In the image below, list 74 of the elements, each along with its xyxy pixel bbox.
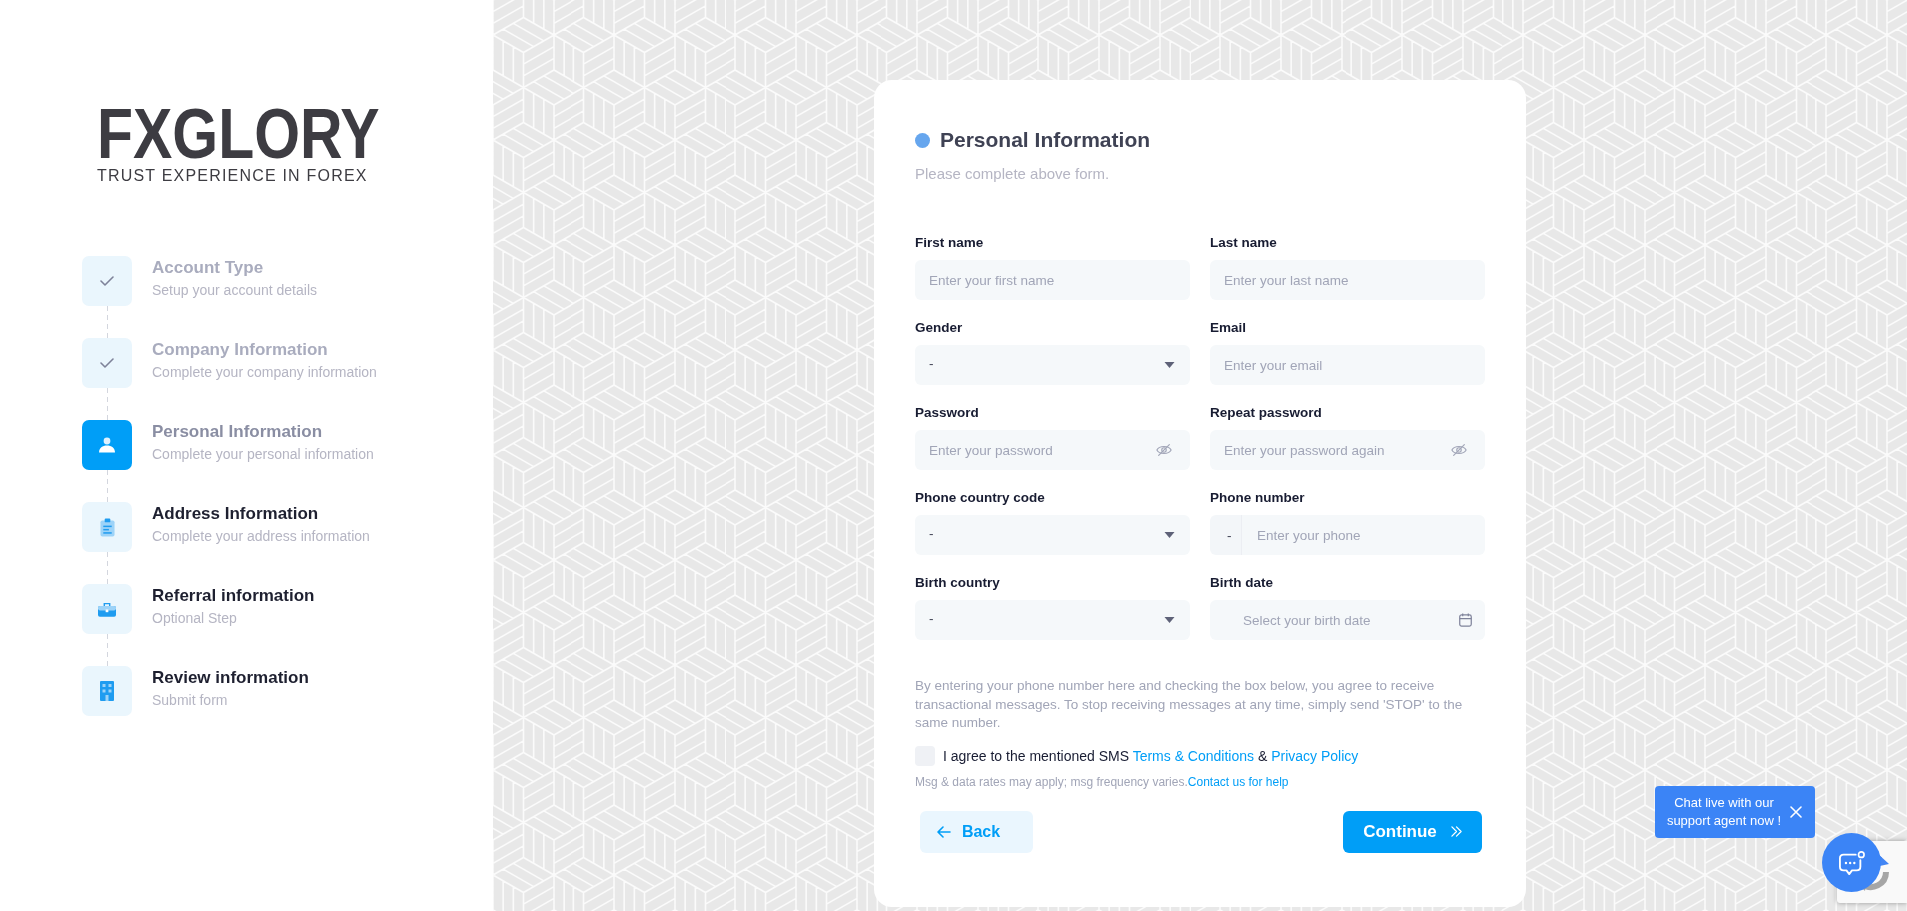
step-subtitle: Complete your company information xyxy=(152,363,377,381)
terms-link[interactable]: Terms & Conditions xyxy=(1132,747,1255,764)
step-icon-tile[interactable] xyxy=(82,338,132,388)
step-subtitle: Complete your address information xyxy=(152,527,370,545)
logo-tagline: TRUST EXPERIENCE IN FOREX xyxy=(97,168,368,184)
step-title: Review information xyxy=(152,668,309,688)
chat-bubble-icon xyxy=(1837,849,1866,876)
check-icon xyxy=(100,276,114,286)
phone-input[interactable]: Enter your phone xyxy=(1242,515,1485,555)
field-label: Email xyxy=(1210,319,1247,337)
email-input[interactable]: Enter your email xyxy=(1210,345,1485,385)
back-button[interactable]: Back xyxy=(920,810,1033,853)
field-label: Repeat password xyxy=(1210,404,1322,422)
form-title: Personal Information xyxy=(940,127,1151,153)
step-connector-line xyxy=(107,552,108,584)
text-input[interactable]: Enter your last name xyxy=(1210,260,1485,300)
caret-down-icon xyxy=(1164,617,1175,623)
step-subtitle: Setup your account details xyxy=(152,281,317,299)
step-title: Company Information xyxy=(152,340,329,360)
caret-down-icon xyxy=(1164,362,1175,368)
person-icon xyxy=(98,437,116,453)
step-connector-line xyxy=(107,388,108,420)
step-connector-line xyxy=(107,634,108,666)
date-input[interactable]: Select your birth date xyxy=(1210,600,1485,640)
arrow-left-icon xyxy=(936,825,951,838)
step-title: Referral information xyxy=(152,586,315,606)
field-label: Gender xyxy=(915,319,963,337)
field-label: Phone number xyxy=(1210,489,1305,507)
step-subtitle: Optional Step xyxy=(152,609,238,627)
clipboard-icon xyxy=(99,517,115,537)
password-input[interactable]: Enter your password again xyxy=(1210,430,1485,470)
step-connector-line xyxy=(107,306,108,338)
continue-button[interactable]: Continue xyxy=(1343,810,1482,853)
step-icon-tile[interactable] xyxy=(82,666,132,716)
privacy-link[interactable]: Privacy Policy xyxy=(1271,747,1359,764)
step-icon-tile[interactable] xyxy=(82,256,132,306)
step-icon-tile[interactable] xyxy=(82,502,132,552)
calendar-icon xyxy=(1459,613,1472,627)
chat-prompt-text: Chat live with our support agent now ! xyxy=(1665,794,1783,830)
rates-notice: Msg & data rates may apply; msg frequency varies.Contact us for help xyxy=(915,774,1289,790)
select-field[interactable]: - xyxy=(915,515,1190,555)
title-bullet-icon xyxy=(915,132,930,148)
check-icon xyxy=(100,358,114,368)
briefcase-icon xyxy=(98,601,116,617)
field-label: Last name xyxy=(1210,234,1277,252)
text-input[interactable]: Enter your first name xyxy=(915,260,1190,300)
step-icon-tile[interactable] xyxy=(82,420,132,470)
select-field[interactable]: - xyxy=(915,345,1190,385)
close-icon[interactable] xyxy=(1790,806,1802,818)
chevrons-right-icon xyxy=(1450,826,1462,837)
form-subtitle: Please complete above form. xyxy=(915,164,1110,184)
dial-code-select[interactable]: - xyxy=(1210,515,1242,555)
step-subtitle: Submit form xyxy=(152,691,229,709)
caret-down-icon xyxy=(1164,532,1175,538)
consent-label: I agree to the mentioned SMS Terms & Conditions & Privacy Policy xyxy=(943,746,1359,766)
field-label: Phone country code xyxy=(915,489,1045,507)
logo-wordmark: FXGLORY xyxy=(97,98,380,169)
eye-slash-icon[interactable] xyxy=(1451,443,1467,457)
eye-slash-icon[interactable] xyxy=(1156,443,1172,457)
select-field[interactable]: - xyxy=(915,600,1190,640)
sms-notice: By entering your phone number here and checking the box below, you agree to receive transactional messages. To stop receiving messages at any time, simply send 'STOP' to the same number. xyxy=(915,677,1464,732)
step-connector-line xyxy=(107,470,108,502)
step-icon-tile[interactable] xyxy=(82,584,132,634)
contact-link[interactable]: Contact us for help xyxy=(1187,775,1289,789)
building-icon xyxy=(100,681,114,701)
field-label: First name xyxy=(915,234,984,252)
step-title: Address Information xyxy=(152,504,320,524)
field-label: Birth country xyxy=(915,574,1000,592)
step-subtitle: Complete your personal information xyxy=(152,445,374,463)
step-title: Account Type xyxy=(152,258,265,278)
password-input[interactable]: Enter your password xyxy=(915,430,1190,470)
field-label: Password xyxy=(915,404,979,422)
field-label: Birth date xyxy=(1210,574,1273,592)
step-title: Personal Information xyxy=(152,422,324,442)
